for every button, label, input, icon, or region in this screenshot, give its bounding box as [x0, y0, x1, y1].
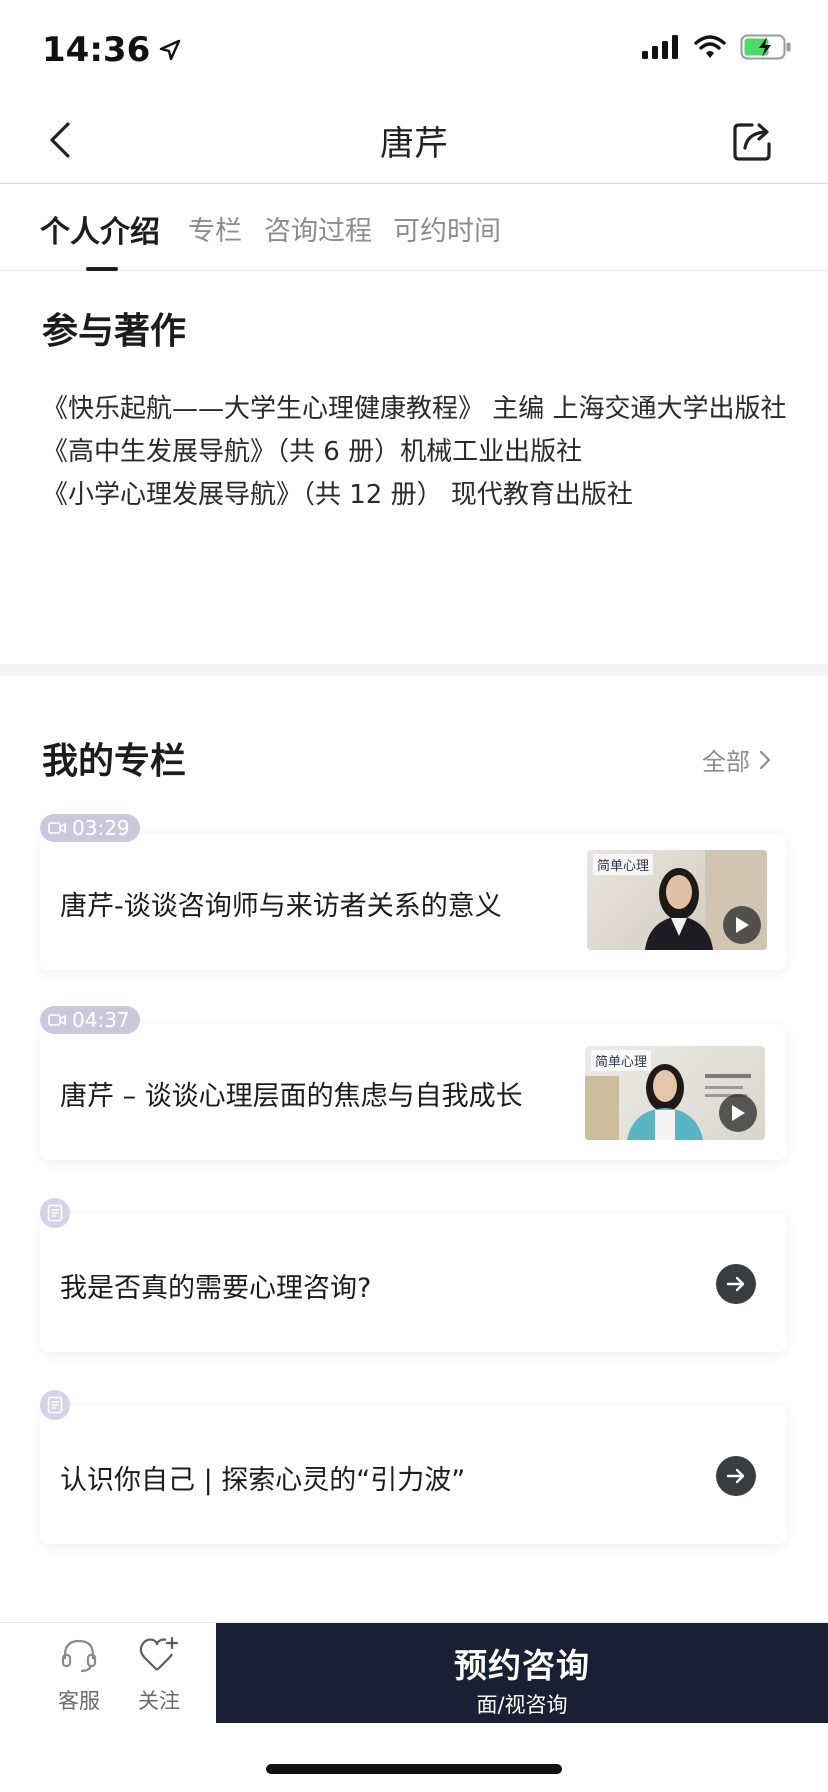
tab-consult-process[interactable]: 咨询过程: [264, 209, 372, 248]
open-article-button[interactable]: [716, 1456, 756, 1496]
duration-badge: 04:37: [40, 1006, 140, 1034]
column-title: 我的专栏: [42, 741, 187, 782]
works-list: 《快乐起航——大学生心理健康教程》 主编 上海交通大学出版社 《高中生发展导航》…: [42, 388, 792, 517]
column-card-article[interactable]: 我是否真的需要心理咨询?: [40, 1214, 786, 1352]
heart-plus-icon: [139, 1636, 179, 1671]
play-icon: [732, 1105, 745, 1121]
wifi-icon: [694, 35, 726, 58]
see-all-label: 全部: [702, 748, 750, 776]
home-indicator: [266, 1764, 562, 1774]
see-all-link[interactable]: 全部: [702, 742, 772, 777]
play-icon: [736, 917, 749, 933]
works-title: 参与著作: [42, 311, 187, 352]
page-title: 唐芹: [380, 124, 448, 164]
follow-label: 关注: [138, 1689, 180, 1713]
column-card-article[interactable]: 认识你自己 | 探索心灵的“引力波”: [40, 1406, 786, 1544]
article-badge: [40, 1390, 70, 1420]
location-arrow-icon: [160, 39, 181, 61]
book-consultation-button[interactable]: 预约咨询 面/视咨询: [216, 1623, 828, 1723]
document-icon: [47, 1204, 63, 1222]
tab-introduction[interactable]: 个人介绍: [40, 207, 160, 251]
works-section: 参与著作 《快乐起航——大学生心理健康教程》 主编 上海交通大学出版社 《高中生…: [0, 272, 828, 664]
video-icon: [48, 822, 66, 834]
section-divider: [0, 664, 828, 676]
headset-icon: [61, 1639, 97, 1673]
book-consultation-sublabel: 面/视咨询: [476, 1693, 568, 1717]
share-icon[interactable]: [730, 118, 776, 164]
duration-badge: 03:29: [40, 814, 140, 842]
card-title: 唐芹 – 谈谈心理层面的焦虑与自我成长: [60, 1081, 523, 1112]
card-title: 唐芹-谈谈咨询师与来访者关系的意义: [60, 891, 502, 922]
customer-service-button[interactable]: 客服: [44, 1635, 114, 1715]
arrow-right-icon: [726, 1468, 745, 1484]
document-icon: [47, 1396, 63, 1414]
column-card-video[interactable]: 唐芹 – 谈谈心理层面的焦虑与自我成长 简单心理: [40, 1024, 786, 1160]
bottom-action-bar: 客服 关注 预约咨询 面/视咨询: [0, 1622, 828, 1724]
tab-available-time[interactable]: 可约时间: [393, 209, 501, 248]
tab-column[interactable]: 专栏: [188, 209, 242, 248]
column-card-video[interactable]: 唐芹-谈谈咨询师与来访者关系的意义 简单心理: [40, 834, 786, 970]
follow-button[interactable]: 关注: [124, 1635, 194, 1715]
customer-service-label: 客服: [58, 1689, 100, 1713]
battery-charging-icon: [740, 34, 791, 60]
video-thumbnail[interactable]: 简单心理: [587, 850, 767, 950]
active-tab-indicator: [86, 267, 118, 271]
cellular-signal-icon: [642, 35, 678, 59]
video-icon: [48, 1014, 66, 1026]
play-button[interactable]: [723, 906, 761, 944]
book-consultation-label: 预约咨询: [454, 1646, 590, 1685]
navigation-bar: 唐芹: [0, 100, 828, 184]
status-time: 14:36: [42, 30, 182, 70]
column-header: 我的专栏 全部: [0, 676, 828, 816]
duration-text: 04:37: [72, 1008, 130, 1032]
video-thumbnail[interactable]: 简单心理: [585, 1046, 765, 1140]
works-line: 《高中生发展导航》（共 6 册）机械工业出版社: [42, 437, 583, 467]
duration-text: 03:29: [72, 816, 130, 840]
works-line: 《快乐起航——大学生心理健康教程》 主编 上海交通大学出版社: [42, 394, 787, 424]
card-title: 认识你自己 | 探索心灵的“引力波”: [60, 1465, 466, 1496]
chevron-right-icon: [759, 750, 771, 769]
profile-tabs: 个人介绍 专栏 咨询过程 可约时间: [0, 185, 828, 271]
card-title: 我是否真的需要心理咨询?: [60, 1273, 372, 1304]
status-icons: [642, 34, 792, 60]
arrow-right-icon: [726, 1276, 745, 1292]
status-bar: 14:36: [0, 0, 828, 100]
article-badge: [40, 1198, 70, 1228]
works-line: 《小学心理发展导航》（共 12 册） 现代教育出版社: [42, 480, 633, 510]
clock: 14:36: [42, 30, 151, 70]
open-article-button[interactable]: [716, 1264, 756, 1304]
play-button[interactable]: [719, 1094, 757, 1132]
